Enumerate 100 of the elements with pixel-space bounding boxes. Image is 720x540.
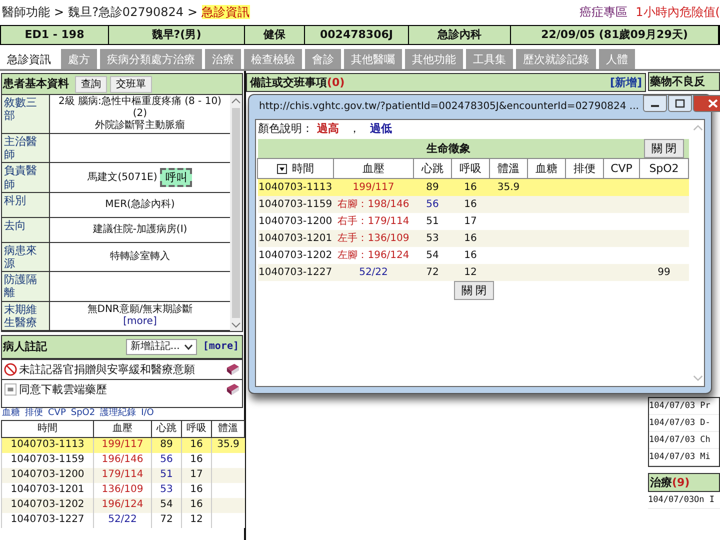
scroll-down-icon[interactable] bbox=[231, 320, 241, 329]
table-cell bbox=[640, 230, 688, 247]
field-value: MER(急診內科) bbox=[105, 198, 175, 211]
close-button[interactable]: 關 閉 bbox=[644, 139, 684, 158]
table-cell: 199/117 bbox=[334, 178, 414, 196]
table-cell: 16 bbox=[452, 196, 490, 213]
maximize-icon bbox=[674, 99, 685, 108]
field-value: 無DNR意願/無末期診斷 bbox=[87, 304, 193, 316]
table-cell: 17 bbox=[452, 213, 490, 230]
table-cell: 1040703-1202 bbox=[258, 247, 334, 264]
section-title: 藥物不良反 bbox=[650, 74, 705, 88]
column-header: 心跳 bbox=[152, 420, 182, 438]
patient-info-cell: ED1 - 198 bbox=[1, 26, 109, 44]
column-header: 血壓 bbox=[362, 162, 384, 175]
note-text: 同意下載雲端藥歷 bbox=[19, 382, 108, 396]
note-icon bbox=[4, 382, 17, 396]
maximize-button[interactable] bbox=[668, 95, 692, 112]
section-title: 備註或交班事項(0) bbox=[250, 76, 345, 90]
field-value: 外院診斷腎主動脈瘤 bbox=[95, 120, 185, 132]
table-cell: 1040703-1113 bbox=[258, 178, 334, 196]
table-cell: 54 bbox=[152, 498, 182, 513]
column-header: 體溫 bbox=[498, 162, 520, 175]
table-cell bbox=[212, 468, 244, 483]
column-header: CVP bbox=[610, 162, 632, 175]
list-row[interactable]: 104/07/03 Mi bbox=[649, 449, 719, 466]
table-cell: 1040703-1159 bbox=[258, 196, 334, 213]
nav-link[interactable]: I/O bbox=[141, 408, 154, 420]
note-select[interactable]: 新增註記... bbox=[126, 338, 197, 355]
patient-info-cell: 002478306J bbox=[305, 26, 409, 44]
field-label: 防護隔離 bbox=[2, 272, 50, 300]
field-value: 馬建文(5071E) bbox=[88, 172, 158, 184]
patient-info-cell: 魏早?(男) bbox=[109, 26, 245, 44]
more-link[interactable]: [more] bbox=[202, 340, 239, 353]
add-link[interactable]: [新增] bbox=[610, 76, 642, 90]
table-cell: 16 bbox=[452, 247, 490, 264]
table-cell bbox=[212, 482, 244, 498]
nav-link[interactable]: 護理紀錄 bbox=[100, 408, 136, 420]
list-row[interactable]: 104/07/03On I bbox=[648, 492, 720, 509]
table-cell: 12 bbox=[452, 264, 490, 281]
table-cell: 1040703-1202 bbox=[2, 498, 94, 513]
panel-button[interactable]: 查詢 bbox=[75, 76, 107, 92]
table-cell: 136/109 bbox=[94, 482, 152, 498]
breadcrumb-link[interactable]: 魏旦?急診02790824 bbox=[68, 4, 184, 20]
column-header: 血糖 bbox=[536, 162, 558, 175]
table-cell: 99 bbox=[640, 264, 688, 281]
list-row[interactable]: 104/07/03 Pr bbox=[649, 398, 719, 415]
more-link[interactable]: [more] bbox=[123, 316, 157, 328]
top-link[interactable]: 癌症專區 bbox=[580, 4, 628, 20]
table-cell: 51 bbox=[414, 213, 452, 230]
prohibit-icon bbox=[4, 362, 17, 376]
table-cell: 53 bbox=[414, 230, 452, 247]
column-header: 血壓 bbox=[94, 420, 152, 438]
table-cell: 72 bbox=[414, 264, 452, 281]
table-cell: 1040703-1159 bbox=[2, 452, 94, 468]
table-cell: 72 bbox=[152, 512, 182, 528]
table-cell: 16 bbox=[182, 482, 212, 498]
table-cell: 16 bbox=[182, 498, 212, 513]
nav-link[interactable]: 血糖 bbox=[2, 408, 20, 420]
breadcrumb-link[interactable]: 醫師功能 bbox=[2, 4, 50, 20]
window-title: http://chis.vghtc.gov.tw/?patientId=002478305J&encounterId=02790824 ... bbox=[259, 101, 639, 113]
list-row[interactable]: 104/07/03 D- bbox=[649, 415, 719, 432]
note-text: 未註記器官捐贈與安寧緩和醫療意願 bbox=[19, 362, 196, 376]
table-cell: 右手：179/114 bbox=[334, 213, 414, 230]
nav-link[interactable]: CVP bbox=[48, 408, 66, 420]
panel-button[interactable]: 交班單 bbox=[110, 76, 152, 92]
scrollbar[interactable] bbox=[230, 95, 242, 331]
list-row[interactable]: 104/07/03 Ch bbox=[649, 432, 719, 449]
table-cell: 左腳：196/124 bbox=[334, 247, 414, 264]
legend-separator: ， bbox=[349, 122, 360, 136]
table-cell: 35.9 bbox=[212, 437, 244, 453]
table-cell: 89 bbox=[152, 437, 182, 453]
field-label: 負責醫師 bbox=[2, 163, 50, 192]
minimize-button[interactable] bbox=[642, 95, 667, 112]
dropdown-icon[interactable] bbox=[277, 164, 287, 174]
patient-info-cell: 急診內科 bbox=[409, 26, 511, 44]
column-header: 心跳 bbox=[422, 162, 444, 175]
table-cell: 52/22 bbox=[334, 264, 414, 281]
close-button[interactable]: 關 閉 bbox=[454, 281, 494, 300]
table-cell: 16 bbox=[182, 437, 212, 453]
scroll-up-icon[interactable] bbox=[231, 97, 241, 105]
table-cell: 53 bbox=[152, 482, 182, 498]
table-cell: 52/22 bbox=[94, 512, 152, 528]
field-label: 病患來源 bbox=[2, 242, 50, 272]
table-cell: 196/124 bbox=[94, 498, 152, 513]
help-book-icon[interactable] bbox=[225, 362, 240, 376]
breadcrumb-separator: > bbox=[188, 4, 198, 20]
panel-title: 患者基本資料 bbox=[3, 77, 69, 91]
table-cell bbox=[212, 498, 244, 513]
column-header: 排便 bbox=[574, 162, 596, 175]
table-cell: 35.9 bbox=[490, 178, 528, 196]
call-button[interactable]: 呼叫 bbox=[160, 168, 192, 188]
breadcrumb-separator: > bbox=[54, 4, 64, 20]
nav-link[interactable]: SpO2 bbox=[70, 408, 96, 420]
nav-link[interactable]: 排便 bbox=[25, 408, 43, 420]
field-label: 末期維生醫療 bbox=[2, 302, 50, 330]
top-link[interactable]: 1小時內危險值( bbox=[636, 4, 720, 20]
column-header: 體溫 bbox=[212, 420, 244, 438]
table-cell: 196/146 bbox=[94, 452, 152, 468]
legend-label: 顏色說明： bbox=[258, 122, 313, 136]
help-book-icon[interactable] bbox=[225, 382, 240, 396]
